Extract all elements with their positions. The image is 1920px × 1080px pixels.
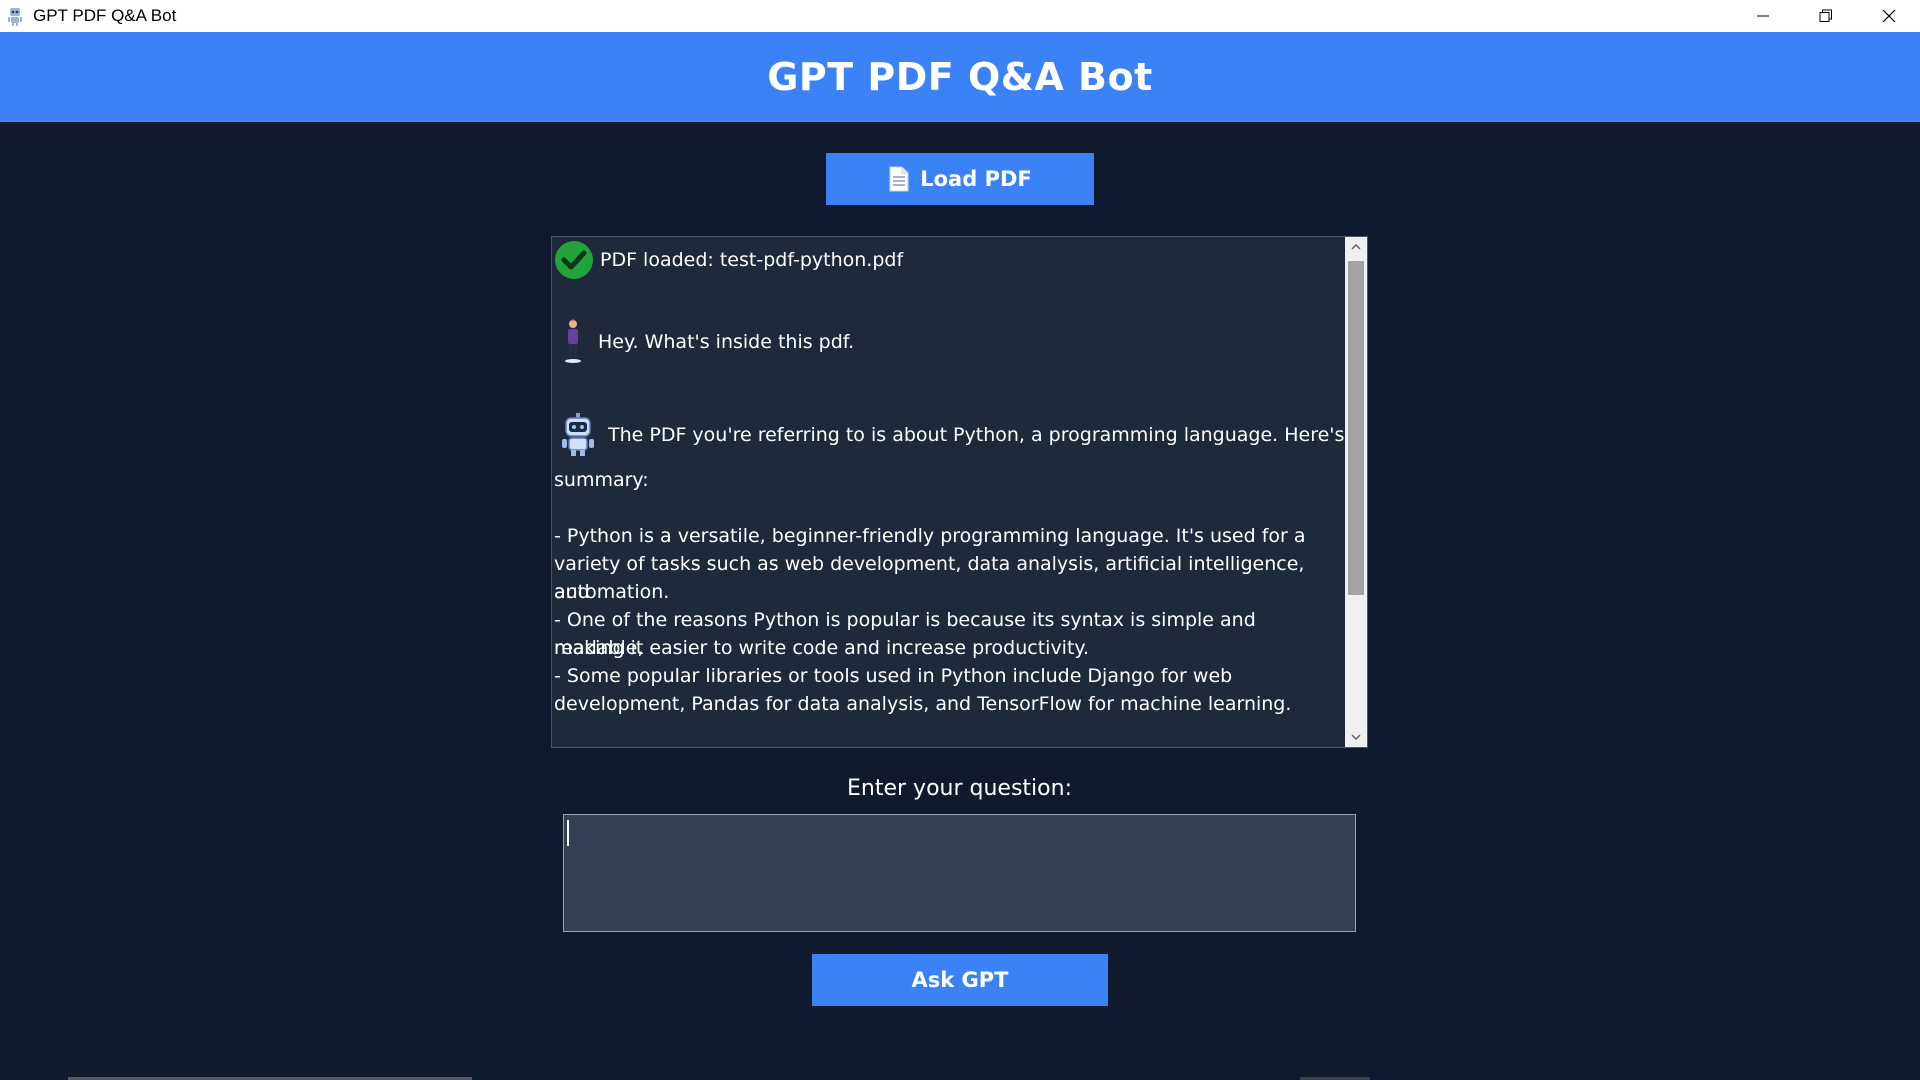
bot-message: The PDF you're referring to is about Pyt… bbox=[554, 412, 1362, 718]
checkmark-icon bbox=[554, 240, 594, 280]
load-pdf-label: Load PDF bbox=[920, 167, 1032, 191]
bot-line bbox=[554, 494, 1344, 522]
scroll-thumb[interactable] bbox=[1348, 261, 1364, 595]
chat-display[interactable]: PDF loaded: test-pdf-python.pdf Hey. Wha… bbox=[551, 236, 1368, 748]
bot-line: The PDF you're referring to is about Pyt… bbox=[608, 424, 1363, 446]
bot-line: - One of the reasons Python is popular i… bbox=[554, 609, 1256, 659]
status-text: PDF loaded: test-pdf-python.pdf bbox=[600, 249, 904, 271]
ask-gpt-button[interactable]: Ask GPT bbox=[812, 954, 1108, 1006]
minimize-icon[interactable] bbox=[1731, 0, 1794, 32]
window-controls bbox=[1731, 0, 1920, 32]
load-pdf-button[interactable]: Load PDF bbox=[826, 153, 1094, 205]
status-message: PDF loaded: test-pdf-python.pdf bbox=[554, 240, 1344, 280]
bot-line: - Python is a versatile, beginner-friend… bbox=[554, 525, 1306, 547]
bot-line: automation. bbox=[554, 581, 670, 603]
user-message: Hey. What's inside this pdf. bbox=[554, 318, 1344, 366]
question-label: Enter your question: bbox=[847, 776, 1072, 801]
bot-line: - Some popular libraries or tools used i… bbox=[554, 665, 1233, 687]
question-input[interactable] bbox=[563, 814, 1356, 932]
bot-line: variety of tasks such as web development… bbox=[554, 553, 1305, 603]
document-icon bbox=[888, 166, 910, 192]
scroll-up-icon[interactable] bbox=[1345, 237, 1367, 257]
robot-icon bbox=[560, 413, 596, 457]
bot-line: development, Pandas for data analysis, a… bbox=[554, 693, 1292, 715]
page-title: GPT PDF Q&A Bot bbox=[767, 55, 1153, 99]
window-title: GPT PDF Q&A Bot bbox=[33, 6, 177, 25]
restore-icon[interactable] bbox=[1794, 0, 1857, 32]
scroll-down-icon[interactable] bbox=[1345, 727, 1367, 747]
text-caret bbox=[567, 820, 569, 846]
window-titlebar: GPT PDF Q&A Bot bbox=[0, 0, 1920, 32]
bot-message-first-line: The PDF you're referring to is about Pyt… bbox=[554, 412, 1362, 458]
bot-line: summary: bbox=[554, 469, 649, 491]
chat-content: PDF loaded: test-pdf-python.pdf Hey. Wha… bbox=[554, 237, 1362, 718]
app-robot-icon bbox=[5, 6, 25, 26]
close-icon[interactable] bbox=[1857, 0, 1920, 32]
chat-scrollbar[interactable] bbox=[1345, 237, 1367, 747]
bot-line: making it easier to write code and incre… bbox=[554, 637, 1089, 659]
user-avatar-icon bbox=[564, 319, 582, 365]
app-header: GPT PDF Q&A Bot bbox=[0, 32, 1920, 122]
user-message-text: Hey. What's inside this pdf. bbox=[598, 331, 855, 353]
